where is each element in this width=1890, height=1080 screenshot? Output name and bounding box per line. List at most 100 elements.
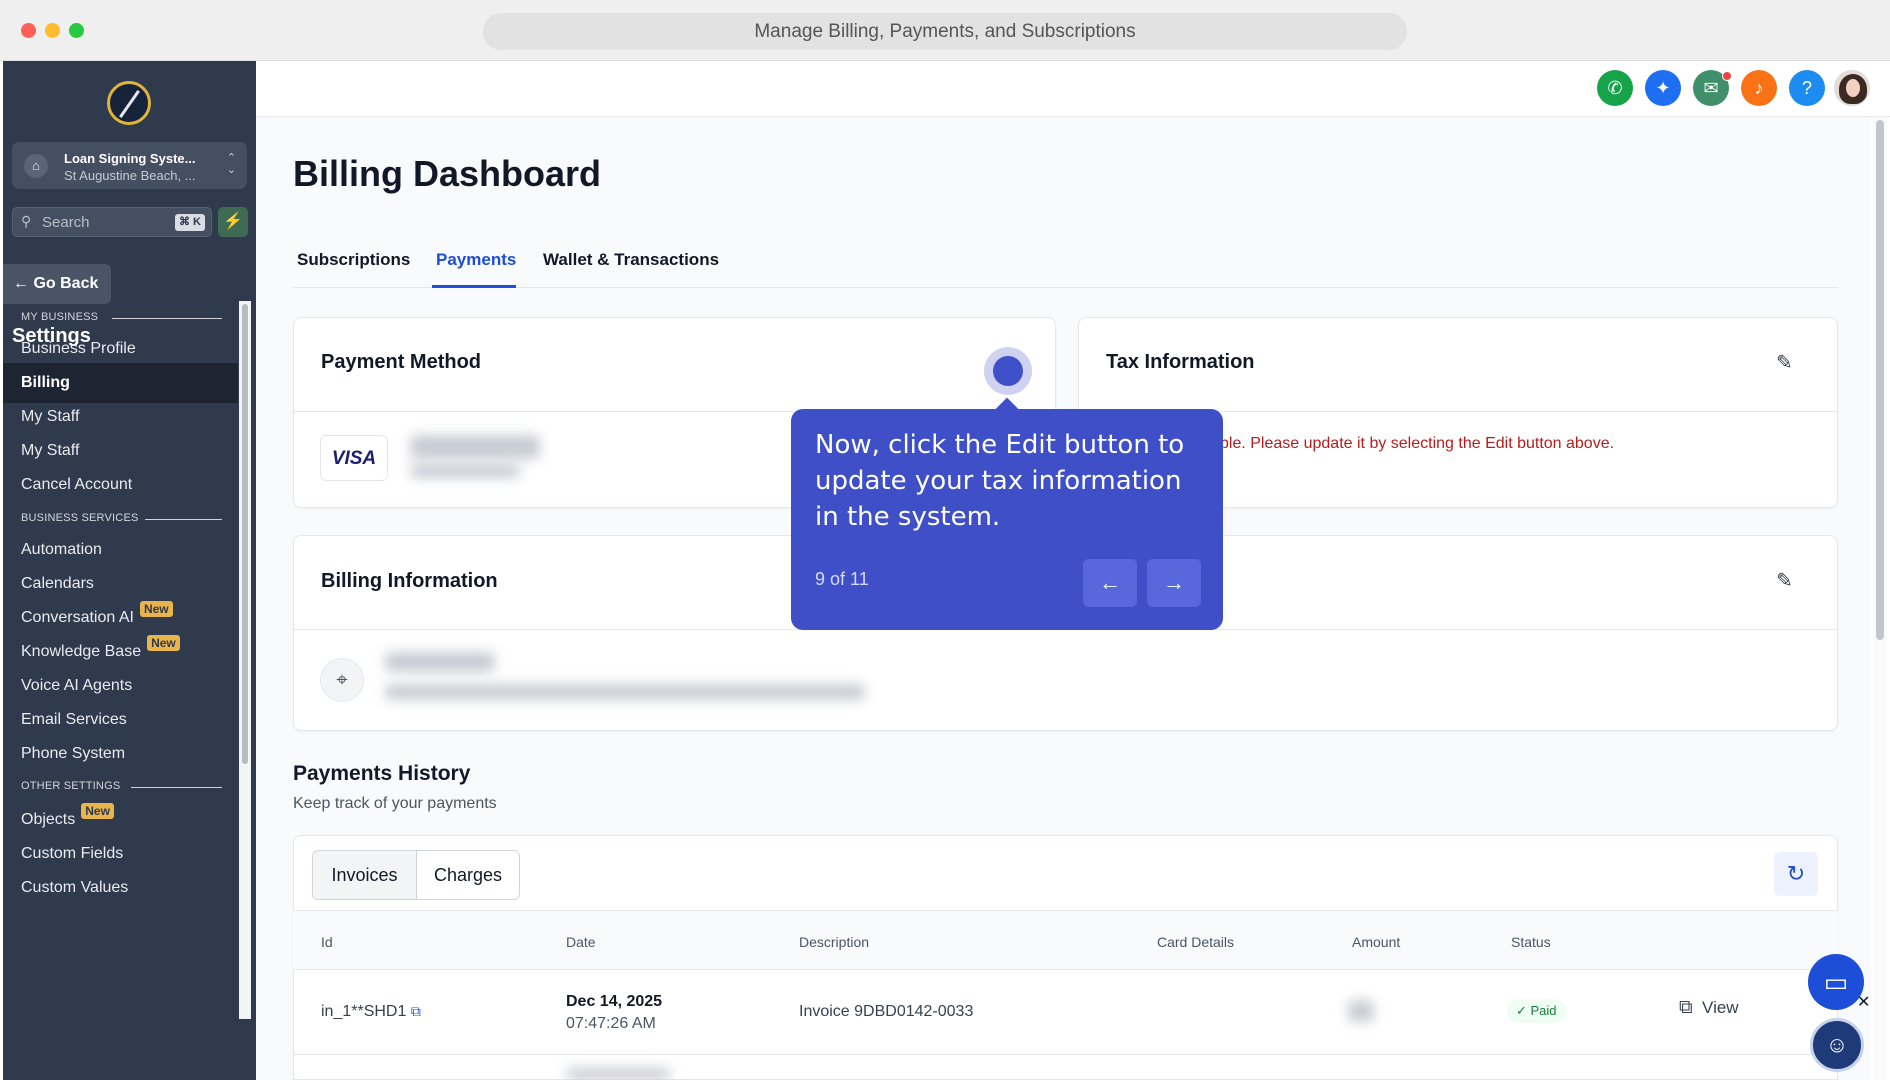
megaphone-icon: ✉	[1703, 78, 1719, 98]
sidebar-item-label: Custom Fields	[21, 845, 124, 862]
section-business-services: BUSINESS SERVICES	[21, 512, 222, 524]
avatar[interactable]	[1834, 70, 1870, 106]
column-date: Date	[566, 934, 596, 950]
help-icon: ?	[1801, 78, 1812, 98]
lightning-icon: ⚡	[223, 213, 243, 230]
sidebar-item-label: Voice AI Agents	[21, 677, 133, 694]
go-back-label: Go Back	[33, 275, 99, 292]
payments-history-title: Payments History	[293, 762, 471, 785]
invoice-description: Invoice 9DBD0142-0033	[799, 1003, 974, 1020]
tab-wallet-transactions[interactable]: Wallet & Transactions	[543, 250, 719, 270]
sidebar-item-label: Billing	[21, 374, 70, 391]
card-number-redacted	[410, 435, 540, 459]
browser-chrome: Manage Billing, Payments, and Subscripti…	[0, 0, 1890, 61]
tax-info-warning: ble. Please update it by selecting the E…	[1220, 435, 1615, 452]
column-card-details: Card Details	[1157, 934, 1235, 950]
search-placeholder: Search	[42, 214, 90, 231]
sidebar-item-label: My Staff	[21, 408, 80, 425]
chat-launcher-button[interactable]: ▭	[1808, 954, 1864, 1010]
tour-next-button[interactable]: →	[1147, 559, 1201, 607]
company-logo[interactable]	[107, 81, 151, 125]
robot-icon: ☺	[1825, 1032, 1849, 1057]
sidebar-item-label: Business Profile	[21, 340, 136, 357]
refresh-icon: ↻	[1786, 861, 1806, 886]
pencil-icon: ✎	[1776, 570, 1793, 592]
location-icon: ⌂	[24, 154, 48, 178]
invoices-segment[interactable]: Invoices	[313, 851, 417, 899]
sidebar-item-label: Custom Values	[21, 879, 129, 896]
maximize-window-button[interactable]	[69, 23, 84, 38]
account-location: St Augustine Beach, ...	[64, 168, 196, 183]
column-id: Id	[321, 934, 333, 950]
tax-edit-button[interactable]: ✎	[1776, 350, 1798, 374]
invoice-id: in_1**SHD1 ⧉	[321, 1003, 421, 1020]
go-back-button[interactable]: ← Go Back	[3, 264, 111, 304]
sidebar-item-label: My Staff	[21, 442, 80, 459]
sidebar-item-cancel-account[interactable]: Cancel Account	[3, 465, 238, 505]
new-badge: New	[139, 601, 173, 617]
active-tab-indicator	[432, 285, 516, 288]
column-amount: Amount	[1352, 934, 1401, 950]
sidebar-item-label: Phone System	[21, 745, 126, 762]
billing-edit-button[interactable]: ✎	[1776, 568, 1798, 592]
account-name: Loan Signing Syste...	[64, 151, 196, 166]
visa-card-logo: VISA	[320, 435, 388, 481]
close-window-button[interactable]	[21, 23, 36, 38]
charges-segment[interactable]: Charges	[417, 851, 519, 899]
arrow-left-icon: ←	[1099, 570, 1121, 595]
window-title-bar[interactable]: Manage Billing, Payments, and Subscripti…	[483, 13, 1407, 50]
column-description: Description	[799, 934, 870, 950]
sidebar-item-custom-values[interactable]: Custom Values	[3, 868, 238, 908]
quick-actions-button[interactable]: ⚡	[218, 207, 248, 237]
close-icon[interactable]: ✕	[1857, 992, 1870, 1012]
phone-icon: ✆	[1607, 78, 1623, 98]
copy-icon[interactable]: ⧉	[411, 1003, 421, 1019]
section-other-settings: OTHER SETTINGS	[21, 780, 223, 792]
tour-hotspot[interactable]	[984, 347, 1032, 395]
sidebar-item-label: Cancel Account	[21, 476, 133, 493]
payment-method-title: Payment Method	[321, 351, 482, 373]
chevron-updown-icon: ⌃ ⌄	[226, 152, 236, 176]
main-scrollbar-thumb[interactable]	[1876, 120, 1884, 640]
external-link-icon: ⧉	[1679, 997, 1693, 1018]
help-button[interactable]: ?	[1789, 70, 1825, 106]
notification-dot	[1722, 71, 1732, 81]
search-shortcut: ⌘ K	[175, 214, 205, 231]
phone-button[interactable]: ✆	[1597, 70, 1633, 106]
sidebar-item-phone-system[interactable]: Phone System	[3, 734, 238, 774]
bell-icon: ♪	[1754, 78, 1764, 98]
tab-payments[interactable]: Payments	[436, 250, 516, 270]
tour-tooltip: Now, click the Edit button to update you…	[791, 409, 1223, 630]
page-title: Billing Dashboard	[293, 153, 602, 194]
invoice-date: Dec 14, 2025	[566, 993, 663, 1010]
location-pin-icon: ⌖	[320, 658, 364, 702]
sidebar-scrollbar-thumb[interactable]	[242, 304, 248, 764]
search-input[interactable]: ⚲ Search ⌘ K	[12, 207, 212, 237]
table-header	[293, 910, 1838, 970]
account-switcher[interactable]: ⌂ Loan Signing Syste... St Augustine Bea…	[12, 142, 247, 189]
tabs-divider	[293, 287, 1838, 288]
sidebar-item-label: Email Services	[21, 711, 127, 728]
amount-redacted	[1348, 1000, 1374, 1022]
tax-information-title: Tax Information	[1106, 351, 1255, 373]
billing-information-title: Billing Information	[321, 570, 498, 592]
minimize-window-button[interactable]	[45, 23, 60, 38]
new-badge: New	[81, 803, 114, 819]
pencil-icon: ✎	[1776, 352, 1793, 374]
arrow-right-icon: →	[1163, 570, 1185, 595]
sidebar-item-label: Calendars	[21, 575, 94, 592]
view-invoice-button[interactable]: ⧉ View	[1679, 997, 1739, 1019]
tour-step-counter: 9 of 11	[815, 569, 869, 589]
ai-assistant-button[interactable]: ✦	[1645, 70, 1681, 106]
new-badge: New	[147, 635, 180, 651]
notifications-button[interactable]: ♪	[1741, 70, 1777, 106]
sidebar-item-label: Knowledge Base	[21, 643, 142, 660]
search-icon: ⚲	[21, 213, 32, 229]
card-expiry-redacted	[410, 464, 520, 478]
tab-subscriptions[interactable]: Subscriptions	[297, 250, 410, 270]
support-widget-button[interactable]: ☺	[1810, 1018, 1864, 1072]
refresh-button[interactable]: ↻	[1774, 852, 1818, 896]
tour-tooltip-text: Now, click the Edit button to update you…	[815, 430, 1185, 532]
tour-previous-button[interactable]: ←	[1083, 559, 1137, 607]
section-my-business: MY BUSINESS	[21, 311, 223, 323]
